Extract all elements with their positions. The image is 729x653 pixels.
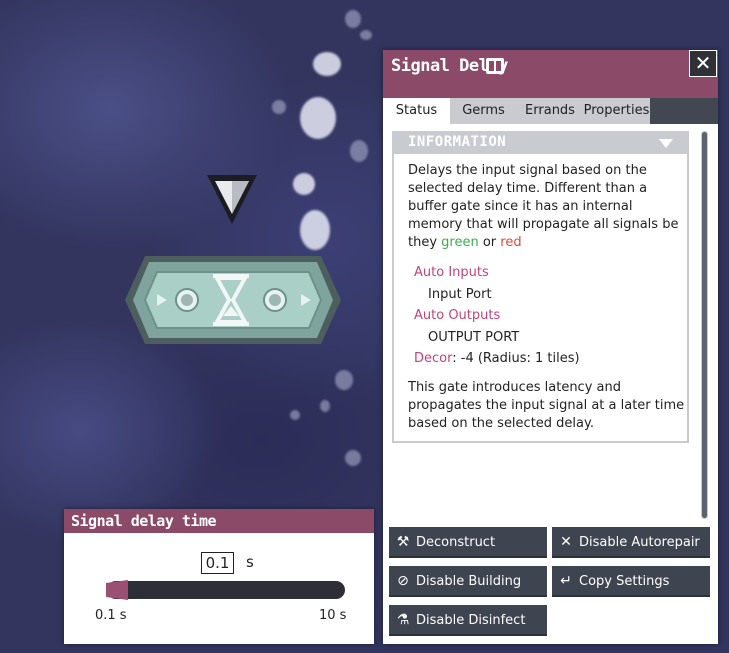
delay-slider-handle[interactable] (106, 580, 128, 600)
scrollbar-thumb[interactable] (702, 132, 707, 518)
deconstruct-label: Deconstruct (416, 535, 496, 550)
building-description: Delays the input signal based on the sel… (408, 162, 683, 252)
panel-header: Signal Delay ✕ (383, 50, 718, 98)
tab-status[interactable]: Status (383, 98, 450, 124)
collapse-triangle-icon[interactable] (659, 139, 673, 148)
selection-arrow-icon (207, 175, 257, 224)
decor-line: Decor: -4 (Radius: 1 tiles) (414, 350, 580, 368)
or-word: or (478, 235, 501, 250)
disable-autorepair-button[interactable]: ✕ Disable Autorepair (552, 527, 710, 558)
input-port-label: Input Port (428, 287, 492, 302)
slider-max-label: 10 s (319, 608, 347, 623)
information-title: INFORMATION (408, 134, 507, 150)
disable-disinfect-button[interactable]: ⚗ Disable Disinfect (389, 605, 547, 636)
disable-autorepair-label: Disable Autorepair (579, 535, 700, 550)
close-button[interactable]: ✕ (689, 50, 717, 77)
signal-delay-building[interactable] (123, 254, 343, 346)
panel-tabs: Status Germs Errands Properties (383, 98, 718, 124)
disable-disinfect-label: Disable Disinfect (416, 613, 526, 628)
information-header[interactable]: INFORMATION (394, 133, 687, 154)
tab-germs[interactable]: Germs (450, 98, 517, 124)
slider-min-label: 0.1 s (95, 608, 127, 623)
auto-outputs-label[interactable]: Auto Outputs (414, 307, 500, 325)
scrollbar[interactable] (701, 131, 708, 519)
delay-slider-track[interactable] (107, 581, 345, 599)
disinfect-spray-icon: ⚗ (396, 612, 410, 628)
tab-errands[interactable]: Errands (517, 98, 583, 124)
deconstruct-icon: ⚒ (396, 534, 410, 550)
auto-inputs-label[interactable]: Auto Inputs (414, 264, 489, 282)
copy-settings-button[interactable]: ↵ Copy Settings (552, 566, 710, 597)
decor-label[interactable]: Decor (414, 351, 452, 366)
tab-properties[interactable]: Properties (583, 98, 650, 124)
disable-icon: ⊘ (397, 573, 409, 589)
decor-value: : -4 (Radius: 1 tiles) (452, 351, 580, 366)
details-side-panel: Signal Delay ✕ Status Germs Errands Prop… (383, 50, 718, 644)
disable-building-button[interactable]: ⊘ Disable Building (389, 566, 547, 597)
copy-settings-icon: ↵ (560, 573, 572, 589)
copy-settings-label: Copy Settings (579, 574, 670, 589)
delay-screen-title: Signal delay time (64, 509, 374, 533)
extra-description: This gate introduces latency and propaga… (408, 380, 685, 431)
green-word: green (441, 235, 479, 250)
output-port-label: OUTPUT PORT (428, 330, 520, 345)
delay-unit-label: s (246, 553, 254, 571)
codex-book-icon[interactable] (486, 58, 504, 74)
deconstruct-button[interactable]: ⚒ Deconstruct (389, 527, 547, 558)
red-word: red (500, 235, 522, 250)
delay-value-input[interactable]: 0.1 (201, 552, 234, 574)
information-section: INFORMATION Delays the input signal base… (392, 131, 689, 443)
disable-building-label: Disable Building (416, 574, 522, 589)
wrench-icon: ✕ (560, 534, 572, 550)
signal-delay-side-screen: Signal delay time 0.1 s 0.1 s 10 s (64, 509, 374, 644)
